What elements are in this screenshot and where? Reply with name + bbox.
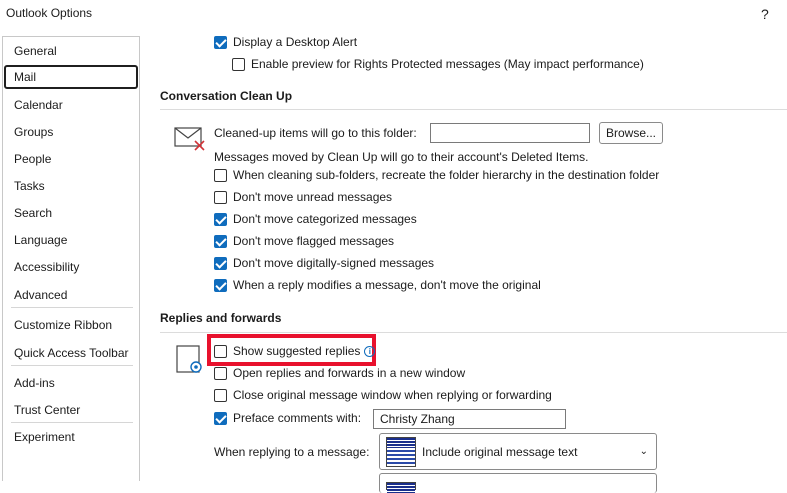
- desktop-alert-option[interactable]: Display a Desktop Alert: [214, 33, 357, 51]
- cleanup-option[interactable]: Don't move categorized messages: [214, 210, 417, 228]
- cleanup-option-label: Don't move digitally-signed messages: [233, 256, 435, 270]
- cleanup-option-label: Don't move flagged messages: [233, 234, 395, 248]
- cleanup-envelope-icon: [174, 127, 205, 151]
- suggested-replies-checkbox[interactable]: [214, 344, 227, 358]
- close-original-option[interactable]: Close original message window when reply…: [214, 386, 552, 404]
- cleanup-option-checkbox[interactable]: [214, 234, 227, 248]
- cleanup-option[interactable]: Don't move digitally-signed messages: [214, 254, 434, 272]
- cleanup-section-title: Conversation Clean Up: [160, 89, 293, 103]
- reply-settings-icon: [176, 345, 202, 373]
- browse-button[interactable]: Browse...: [599, 122, 663, 144]
- cleanup-folder-field[interactable]: [430, 123, 590, 143]
- sidebar-item-experiment[interactable]: Experiment: [4, 425, 138, 449]
- section-divider: [160, 332, 787, 333]
- sidebar-item-search[interactable]: Search: [4, 201, 138, 225]
- preface-option[interactable]: Preface comments with:: [214, 409, 361, 427]
- cleanup-option-checkbox[interactable]: [214, 256, 227, 270]
- new-window-label: Open replies and forwards in a new windo…: [233, 366, 466, 380]
- cleanup-option[interactable]: Don't move flagged messages: [214, 232, 394, 250]
- cleanup-option[interactable]: When a reply modifies a message, don't m…: [214, 276, 541, 294]
- sidebar-item-quick-access-toolbar[interactable]: Quick Access Toolbar: [4, 341, 138, 365]
- reply-option-value: Include original message text: [422, 444, 578, 459]
- rights-preview-option[interactable]: Enable preview for Rights Protected mess…: [232, 55, 644, 73]
- close-original-label: Close original message window when reply…: [233, 388, 552, 402]
- new-window-option[interactable]: Open replies and forwards in a new windo…: [214, 364, 465, 382]
- sidebar-item-advanced[interactable]: Advanced: [4, 283, 138, 307]
- sidebar-item-groups[interactable]: Groups: [4, 120, 138, 144]
- reply-option-dropdown[interactable]: Include original message text ⌄: [379, 433, 657, 470]
- preface-label: Preface comments with:: [233, 411, 362, 425]
- cleanup-folder-label: Cleaned-up items will go to this folder:: [214, 126, 417, 140]
- desktop-alert-label: Display a Desktop Alert: [233, 35, 358, 49]
- sidebar-item-mail[interactable]: Mail: [4, 65, 138, 89]
- sidebar-divider: [11, 422, 133, 423]
- cleanup-option-checkbox[interactable]: [214, 168, 227, 182]
- sidebar-item-accessibility[interactable]: Accessibility: [4, 255, 138, 279]
- section-divider: [160, 109, 787, 110]
- options-sidebar: General Mail Calendar Groups People Task…: [2, 36, 140, 481]
- sidebar-item-people[interactable]: People: [4, 147, 138, 171]
- forward-option-dropdown[interactable]: [379, 473, 657, 493]
- sidebar-item-calendar[interactable]: Calendar: [4, 93, 138, 117]
- window-title: Outlook Options: [6, 6, 93, 20]
- cleanup-option-label: Don't move categorized messages: [233, 212, 417, 226]
- sidebar-item-customize-ribbon[interactable]: Customize Ribbon: [4, 313, 138, 337]
- help-button[interactable]: ?: [761, 6, 769, 22]
- when-replying-label: When replying to a message:: [214, 445, 370, 459]
- desktop-alert-checkbox[interactable]: [214, 35, 227, 49]
- sidebar-item-general[interactable]: General: [4, 39, 138, 63]
- sidebar-item-trust-center[interactable]: Trust Center: [4, 398, 138, 422]
- sidebar-item-tasks[interactable]: Tasks: [4, 174, 138, 198]
- message-format-icon: [386, 436, 416, 467]
- cleanup-info-text: Messages moved by Clean Up will go to th…: [214, 150, 589, 164]
- cleanup-option-checkbox[interactable]: [214, 190, 227, 204]
- cleanup-option-label: Don't move unread messages: [233, 190, 393, 204]
- cleanup-option[interactable]: When cleaning sub-folders, recreate the …: [214, 166, 659, 184]
- sidebar-item-language[interactable]: Language: [4, 228, 138, 252]
- close-original-checkbox[interactable]: [214, 388, 227, 402]
- rights-preview-label: Enable preview for Rights Protected mess…: [251, 57, 644, 71]
- cleanup-option-checkbox[interactable]: [214, 278, 227, 292]
- sidebar-divider: [11, 307, 133, 308]
- rights-preview-checkbox[interactable]: [232, 57, 245, 71]
- chevron-down-icon: ⌄: [639, 446, 648, 457]
- new-window-checkbox[interactable]: [214, 366, 227, 380]
- preface-checkbox[interactable]: [214, 411, 227, 425]
- message-format-icon: [386, 481, 416, 493]
- suggested-replies-label: Show suggested replies: [233, 344, 361, 358]
- cleanup-option-checkbox[interactable]: [214, 212, 227, 226]
- cleanup-option-label: When cleaning sub-folders, recreate the …: [233, 168, 660, 182]
- cleanup-option[interactable]: Don't move unread messages: [214, 188, 392, 206]
- replies-section-title: Replies and forwards: [160, 311, 282, 325]
- sidebar-item-add-ins[interactable]: Add-ins: [4, 371, 138, 395]
- info-icon[interactable]: i: [364, 345, 376, 357]
- sidebar-divider: [11, 365, 133, 366]
- preface-field[interactable]: Christy Zhang: [373, 409, 566, 429]
- cleanup-option-label: When a reply modifies a message, don't m…: [233, 278, 541, 292]
- suggested-replies-option[interactable]: Show suggested replies i: [214, 342, 376, 360]
